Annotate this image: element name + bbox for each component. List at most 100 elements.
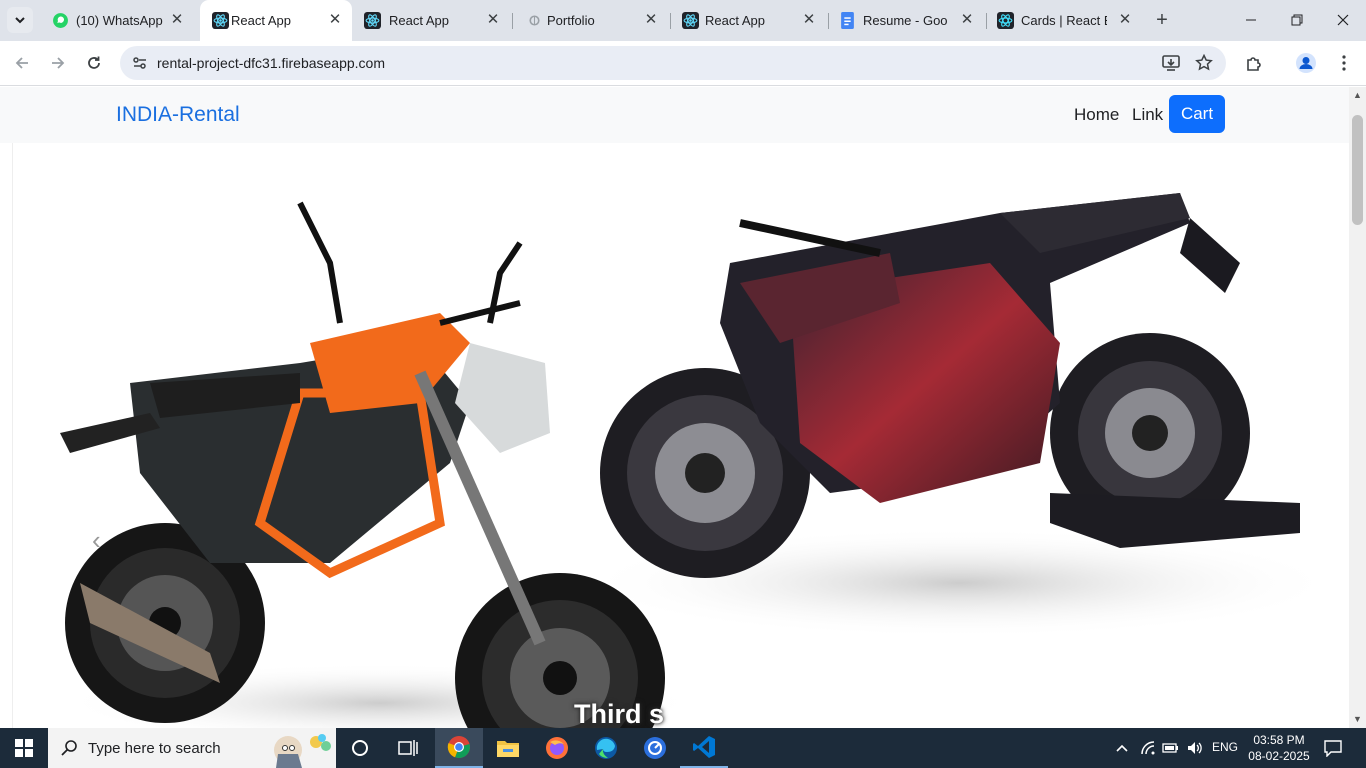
orange-motorcycle bbox=[60, 201, 665, 728]
windows-taskbar: Type here to search ENG 03:58 PM 08-02-2… bbox=[0, 728, 1366, 768]
tab-react-bootstrap[interactable]: Cards | React Bootstrap ✕ bbox=[988, 0, 1142, 41]
close-tab-icon[interactable]: ✕ bbox=[169, 12, 185, 28]
brand-link[interactable]: INDIA-Rental bbox=[116, 103, 240, 127]
wifi-icon[interactable] bbox=[1140, 740, 1156, 756]
scroll-thumb[interactable] bbox=[1352, 115, 1363, 225]
volume-icon[interactable] bbox=[1186, 740, 1204, 756]
tab-title: Portfolio bbox=[547, 13, 595, 28]
cart-button[interactable]: Cart bbox=[1169, 95, 1225, 133]
install-app-icon[interactable] bbox=[1162, 54, 1180, 72]
battery-icon[interactable] bbox=[1162, 741, 1180, 755]
notification-icon[interactable] bbox=[1324, 739, 1342, 757]
cortana-button[interactable] bbox=[336, 728, 384, 768]
close-tab-icon[interactable]: ✕ bbox=[1117, 12, 1133, 28]
tab-title: React App bbox=[389, 13, 449, 28]
windows-logo-icon bbox=[15, 739, 33, 757]
taskbar-search-box[interactable]: Type here to search bbox=[48, 728, 336, 768]
task-view-button[interactable] bbox=[384, 728, 432, 768]
carousel bbox=[0, 143, 1349, 728]
chevron-down-icon bbox=[15, 17, 25, 24]
taskbar-firefox[interactable] bbox=[533, 728, 581, 768]
tab-react-app-active[interactable]: React App ✕ bbox=[200, 0, 352, 41]
globe-icon bbox=[529, 15, 540, 26]
clock-date: 08-02-2025 bbox=[1248, 749, 1310, 763]
bookmark-star-icon[interactable] bbox=[1195, 54, 1213, 72]
language-indicator[interactable]: ENG bbox=[1212, 740, 1238, 754]
chrome-icon bbox=[447, 736, 470, 759]
taskbar-vscode[interactable] bbox=[680, 728, 728, 768]
tab-title: React App bbox=[231, 13, 291, 28]
forward-button[interactable] bbox=[44, 49, 72, 77]
restore-icon bbox=[1291, 14, 1303, 26]
cortana-circle-icon bbox=[352, 740, 368, 756]
react-icon bbox=[682, 12, 699, 29]
address-bar[interactable]: rental-project-dfc31.firebaseapp.com bbox=[120, 46, 1226, 80]
close-tab-icon[interactable]: ✕ bbox=[327, 12, 343, 28]
taskbar-chrome[interactable] bbox=[435, 728, 483, 768]
browser-toolbar: rental-project-dfc31.firebaseapp.com bbox=[0, 41, 1366, 86]
tab-react-app[interactable]: React App ✕ bbox=[352, 0, 510, 41]
avatar-icon bbox=[1296, 53, 1316, 73]
chrome-menu-button[interactable] bbox=[1332, 51, 1356, 75]
taskbar-app-blue[interactable] bbox=[631, 728, 679, 768]
nav-link-link[interactable]: Link bbox=[1132, 105, 1163, 125]
react-bootstrap-icon bbox=[997, 12, 1014, 29]
carousel-slide-image bbox=[12, 143, 1340, 728]
back-button[interactable] bbox=[8, 49, 36, 77]
close-tab-icon[interactable]: ✕ bbox=[643, 12, 659, 28]
scroll-up-icon[interactable]: ▲ bbox=[1352, 90, 1363, 100]
react-icon bbox=[212, 12, 229, 29]
site-navbar: INDIA-Rental Home Link Cart bbox=[0, 87, 1349, 143]
tab-whatsapp[interactable]: (10) WhatsApp ✕ bbox=[40, 0, 195, 41]
carousel-prev-icon[interactable]: ‹ bbox=[92, 525, 101, 556]
tab-strip: (10) WhatsApp ✕ React App ✕ React App ✕ … bbox=[0, 0, 1366, 41]
minimize-icon bbox=[1246, 19, 1256, 21]
firefox-icon bbox=[546, 737, 568, 759]
search-highlight-illustration bbox=[274, 734, 331, 768]
scroll-down-icon[interactable]: ▼ bbox=[1352, 714, 1363, 724]
more-vert-icon bbox=[1342, 55, 1346, 71]
taskbar-file-explorer[interactable] bbox=[484, 728, 532, 768]
url-text[interactable]: rental-project-dfc31.firebaseapp.com bbox=[157, 55, 385, 71]
red-motorcycle bbox=[600, 193, 1300, 578]
new-tab-button[interactable]: + bbox=[1151, 10, 1173, 32]
profile-button[interactable] bbox=[1294, 51, 1318, 75]
close-icon bbox=[1337, 14, 1349, 26]
docs-icon bbox=[841, 12, 854, 29]
site-info-icon[interactable] bbox=[132, 55, 148, 71]
nav-home-link[interactable]: Home bbox=[1074, 105, 1119, 125]
close-tab-icon[interactable]: ✕ bbox=[801, 12, 817, 28]
blue-app-icon bbox=[644, 737, 666, 759]
tab-resume-docs[interactable]: Resume - Google Docs ✕ bbox=[830, 0, 984, 41]
restore-button[interactable] bbox=[1274, 0, 1320, 40]
web-page: INDIA-Rental Home Link Cart ‹ Third s bbox=[0, 87, 1349, 728]
clock-time: 03:58 PM bbox=[1253, 733, 1305, 747]
search-icon bbox=[61, 740, 77, 756]
whatsapp-icon bbox=[53, 13, 68, 28]
minimize-button[interactable] bbox=[1228, 0, 1274, 40]
tab-portfolio[interactable]: Portfolio ✕ bbox=[514, 0, 668, 41]
tab-search-button[interactable] bbox=[7, 7, 33, 33]
tab-divider bbox=[512, 13, 513, 29]
taskbar-clock[interactable]: 03:58 PM 08-02-2025 bbox=[1244, 732, 1314, 764]
tab-react-app[interactable]: React App ✕ bbox=[672, 0, 826, 41]
tab-divider bbox=[986, 13, 987, 29]
tray-overflow-chevron-icon[interactable] bbox=[1115, 741, 1129, 755]
page-scrollbar[interactable]: ▲ ▼ bbox=[1349, 87, 1366, 728]
arrow-right-icon bbox=[52, 57, 65, 69]
close-window-button[interactable] bbox=[1320, 0, 1366, 40]
taskbar-edge[interactable] bbox=[582, 728, 630, 768]
reload-icon bbox=[88, 56, 100, 69]
extensions-button[interactable] bbox=[1242, 51, 1266, 75]
close-tab-icon[interactable]: ✕ bbox=[959, 12, 975, 28]
tab-title: Resume - Google Docs bbox=[863, 13, 947, 28]
start-button[interactable] bbox=[0, 728, 48, 768]
vscode-icon bbox=[693, 736, 715, 758]
tab-title: Cards | React Bootstrap bbox=[1021, 13, 1107, 28]
reload-button[interactable] bbox=[80, 49, 108, 77]
search-placeholder: Type here to search bbox=[88, 740, 221, 757]
close-tab-icon[interactable]: ✕ bbox=[485, 12, 501, 28]
tab-divider bbox=[670, 13, 671, 29]
tab-divider bbox=[828, 13, 829, 29]
folder-icon bbox=[497, 741, 519, 757]
